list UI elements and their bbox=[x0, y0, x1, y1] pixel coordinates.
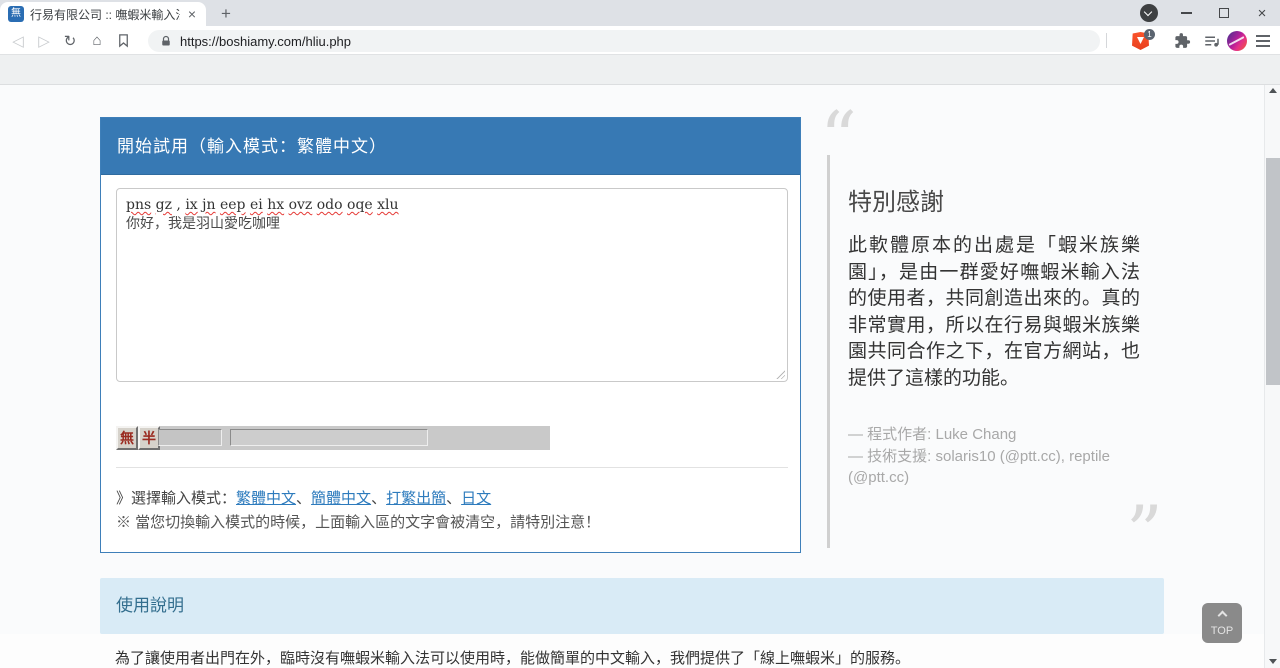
avatar-swoosh bbox=[1229, 36, 1245, 46]
mode-link-traditional[interactable]: 繁體中文 bbox=[236, 490, 296, 507]
trial-textarea[interactable]: pns gz , ix jn eep ei hx ovz odo oqe xlu… bbox=[116, 188, 788, 382]
page-scrollbar[interactable] bbox=[1264, 85, 1280, 668]
ime-mode-button[interactable]: 無 bbox=[116, 426, 138, 450]
mode-link-trad-to-simp[interactable]: 打繁出簡 bbox=[386, 490, 446, 507]
toolbar-divider bbox=[1106, 33, 1107, 48]
usage-text: 為了讓使用者出門在外，臨時沒有嘸蝦米輸入法可以使用時，能做簡單的中文輸入，我們提… bbox=[115, 647, 910, 668]
sidebar-body: 此軟體原本的出處是「蝦米族樂園」，是由一群愛好嘸蝦米輸入法的使用者，共同創造出來… bbox=[848, 233, 1140, 392]
open-quote-icon: “ bbox=[820, 102, 857, 174]
back-to-top-button[interactable]: TOP bbox=[1202, 603, 1242, 643]
forward-button[interactable]: ▷ bbox=[32, 26, 56, 55]
ime-candidate-box bbox=[230, 429, 428, 446]
credit-author: — 程式作者: Luke Chang bbox=[848, 424, 1140, 446]
menu-hamburger-icon[interactable] bbox=[1256, 35, 1270, 37]
trial-panel: 開始試用（輸入模式：繁體中文） pns gz , ix jn eep ei hx… bbox=[100, 117, 801, 553]
textarea-chinese-line: 你好，我是羽山愛吃咖哩 bbox=[126, 214, 778, 232]
window-maximize-button[interactable] bbox=[1206, 0, 1242, 26]
site-favicon-icon: 無 bbox=[8, 6, 24, 22]
usage-heading: 使用說明 bbox=[100, 578, 1164, 634]
home-button[interactable]: ⌂ bbox=[85, 26, 109, 55]
profile-avatar[interactable] bbox=[1227, 31, 1247, 51]
playlist-icon[interactable] bbox=[1203, 32, 1221, 50]
ime-status-bar: 無 半 bbox=[116, 426, 550, 450]
tab-title: 行易有限公司 :: 嘸蝦米輸入法 bbox=[30, 6, 180, 23]
close-quote-icon: ” bbox=[1126, 496, 1163, 568]
chevron-up-icon bbox=[1217, 611, 1227, 621]
minimize-icon bbox=[1181, 12, 1192, 14]
window-close-button[interactable]: × bbox=[1244, 0, 1280, 26]
url-bar[interactable]: https://boshiamy.com/hliu.php bbox=[148, 30, 1100, 52]
panel-divider bbox=[116, 467, 788, 468]
reload-button[interactable]: ↻ bbox=[58, 26, 82, 55]
scroll-down-icon[interactable] bbox=[1269, 659, 1277, 664]
scrollbar-thumb[interactable] bbox=[1266, 158, 1280, 385]
ime-halfwidth-button[interactable]: 半 bbox=[138, 426, 160, 450]
mode-link-simplified[interactable]: 簡體中文 bbox=[311, 490, 371, 507]
back-button[interactable]: ◁ bbox=[6, 26, 30, 55]
browser-titlebar: 無 行易有限公司 :: 嘸蝦米輸入法 × + × bbox=[0, 0, 1280, 26]
mode-prompt: 》選擇輸入模式： bbox=[116, 490, 236, 507]
ime-composition-box bbox=[158, 429, 222, 446]
sidebar-content: 特別感謝 此軟體原本的出處是「蝦米族樂園」，是由一群愛好嘸蝦米輸入法的使用者，共… bbox=[848, 182, 1140, 489]
mode-switch-warning: ※ 當您切換輸入模式的時候，上面輸入區的文字會被清空，請特別注意！ bbox=[116, 511, 600, 532]
close-icon: × bbox=[1258, 6, 1267, 21]
sidebar-credits: — 程式作者: Luke Chang — 技術支援: solaris10 (@p… bbox=[848, 424, 1140, 489]
resize-grip-icon[interactable] bbox=[775, 369, 785, 379]
input-mode-row: 》選擇輸入模式：繁體中文、簡體中文、打繁出簡、日文 bbox=[116, 487, 491, 508]
scroll-up-icon[interactable] bbox=[1269, 88, 1277, 93]
shield-badge: 1 bbox=[1144, 29, 1155, 40]
browser-tab[interactable]: 無 行易有限公司 :: 嘸蝦米輸入法 × bbox=[0, 2, 206, 26]
tab-search-button[interactable] bbox=[1140, 4, 1158, 22]
mode-link-japanese[interactable]: 日文 bbox=[461, 490, 491, 507]
shield-glyph bbox=[1137, 37, 1144, 44]
bookmarks-button[interactable] bbox=[111, 26, 135, 55]
browser-toolbar: ◁ ▷ ↻ ⌂ https://boshiamy.com/hliu.php 1 bbox=[0, 26, 1280, 55]
credit-support: — 技術支援: solaris10 (@ptt.cc), reptile (@p… bbox=[848, 446, 1140, 489]
chevron-down-icon bbox=[1144, 8, 1152, 16]
usage-section-header: 使用說明 bbox=[100, 578, 1164, 634]
lock-icon bbox=[160, 35, 172, 48]
sidebar-heading: 特別感謝 bbox=[848, 182, 1140, 217]
url-text: https://boshiamy.com/hliu.php bbox=[180, 34, 351, 49]
window-minimize-button[interactable] bbox=[1168, 0, 1204, 26]
tab-close-icon[interactable]: × bbox=[186, 6, 198, 22]
trial-panel-title: 開始試用（輸入模式：繁體中文） bbox=[101, 118, 800, 175]
sidebar-rule bbox=[827, 155, 830, 548]
bookmark-icon bbox=[116, 33, 131, 48]
extensions-puzzle-icon[interactable] bbox=[1173, 32, 1191, 50]
site-top-band bbox=[0, 55, 1280, 85]
top-button-label: TOP bbox=[1202, 625, 1242, 637]
textarea-code-line: pns gz , ix jn eep ei hx ovz odo oqe xlu bbox=[126, 196, 778, 214]
maximize-icon bbox=[1219, 8, 1229, 18]
usage-section-body: 為了讓使用者出門在外，臨時沒有嘸蝦米輸入法可以使用時，能做簡單的中文輸入，我們提… bbox=[0, 634, 1264, 668]
new-tab-button[interactable]: + bbox=[214, 4, 238, 24]
